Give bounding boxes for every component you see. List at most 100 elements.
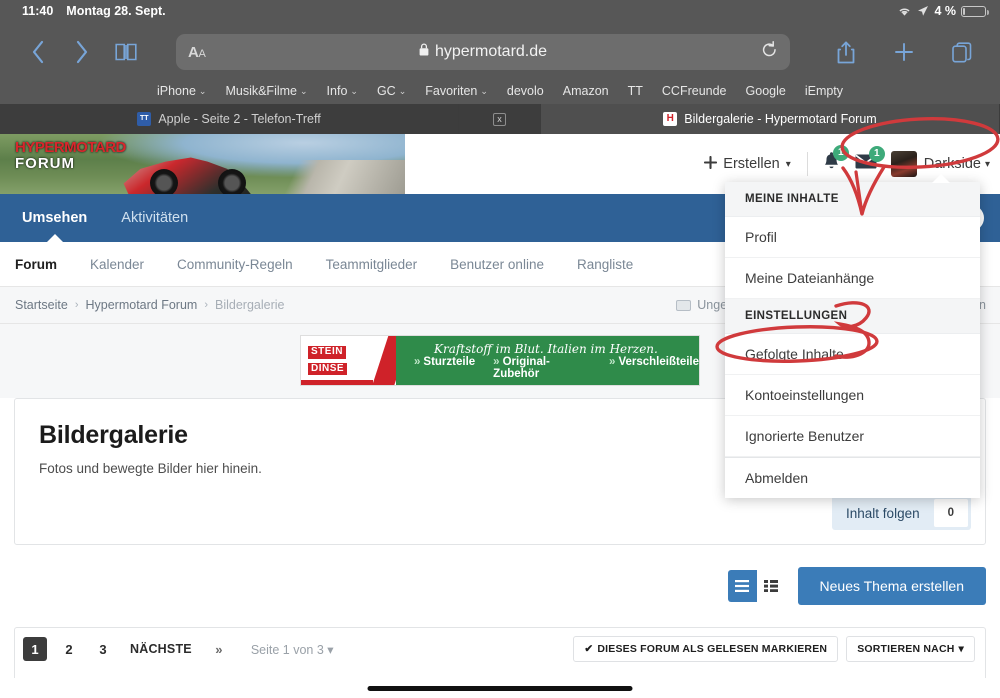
new-topic-button[interactable]: Neues Thema erstellen [797,567,986,605]
follow-count: 0 [933,499,968,527]
avatar[interactable] [890,151,917,177]
bookmark-iphone[interactable]: iPhone ⌄ [157,84,206,98]
ad-link-verschleissteile[interactable]: » Verschleißteile [609,356,699,380]
subnav-item-benutzer-online[interactable]: Benutzer online [450,257,544,272]
menu-item-profil[interactable]: Profil [725,217,980,258]
page-button-2[interactable]: 2 [57,637,81,661]
tab-bildergalerie-hypermotard[interactable]: Bildergalerie - Hypermotard Forum [541,104,1000,134]
menu-item-kontoeinstellungen[interactable]: Kontoeinstellungen [725,375,980,416]
logo-line-2: FORUM [15,155,75,172]
ad-link-label: Verschleißteile [618,356,699,368]
ad-link-marker: » [414,356,421,368]
share-button[interactable] [824,30,868,74]
chevron-down-icon: ▾ [984,158,990,170]
ad-brand-line-1: STEIN [308,346,346,359]
logo-line-1: HYPERMOTARD [15,139,126,156]
notifications-button[interactable]: 1 [822,144,849,177]
ad-link-original-zubehoer[interactable]: » Original-Zubehör [493,356,591,380]
battery-percent: 4 % [934,4,956,18]
show-tabs-button[interactable] [940,30,984,74]
menu-item-ignorierte-benutzer[interactable]: Ignorierte Benutzer [725,416,980,457]
bell-icon [822,151,841,176]
page-button-3[interactable]: 3 [91,637,115,661]
bookmark-ccfreunde[interactable]: CCFreunde [662,84,727,98]
ad-link-label: Original-Zubehör [493,356,550,380]
bookmark-favoriten[interactable]: Favoriten ⌄ [425,84,488,98]
page-button-1[interactable]: 1 [23,637,47,661]
subnav-item-community-regeln[interactable]: Community-Regeln [177,257,293,272]
status-time: 11:40 [22,4,54,18]
breadcrumb-item-bildergalerie: Bildergalerie [215,298,285,312]
chevron-down-icon: ⌄ [480,85,488,96]
status-date: Montag 28. Sept. [66,4,166,18]
hero-wheel-rear [218,169,246,194]
create-button[interactable]: Erstellen ▾ [704,155,806,173]
back-button[interactable] [16,30,60,74]
subnav-item-rangliste[interactable]: Rangliste [577,257,633,272]
username-label: Darkside [923,156,981,172]
bookmark-label: iPhone [156,84,196,98]
menu-item-abmelden[interactable]: Abmelden [725,458,980,498]
sort-by-button[interactable]: SORTIEREN NACH ▾ [846,636,975,662]
ad-link-sturzteile[interactable]: » Sturzteile [414,356,475,380]
chevron-down-icon: ⌄ [300,85,308,96]
last-page-icon[interactable]: » [207,637,231,661]
menu-item-gefolgte-inhalte[interactable]: Gefolgte Inhalte [725,334,980,375]
tab-close-button[interactable]: x [459,104,541,134]
check-icon: ✔ [584,643,594,655]
chevron-down-icon: ▾ [327,642,334,657]
create-label: Erstellen [723,156,780,172]
notifications-badge: 1 [832,144,849,161]
location-arrow-icon [917,5,929,17]
address-bar[interactable]: AA hypermotard.de [176,34,790,70]
chevron-down-icon: ⌄ [198,85,207,96]
menu-item-meine-dateianhaenge[interactable]: Meine Dateianhänge [725,258,980,299]
bookmark-label: Musik&Filme [225,84,297,98]
user-menu-button[interactable]: Darkside ▾ [924,156,990,172]
close-icon: x [493,112,506,126]
tab-apple-telefon-treff[interactable]: Apple - Seite 2 - Telefon-Treff [0,104,459,134]
bookmark-devolo[interactable]: devolo [507,84,544,98]
messages-button[interactable]: 1 [855,146,885,175]
next-page-button[interactable]: NÄCHSTE [125,637,197,661]
home-indicator [367,686,633,691]
tab-title: Apple - Seite 2 - Telefon-Treff [158,112,321,126]
unread-envelope-icon [676,299,692,311]
subnav-item-teammitglieder[interactable]: Teammitglieder [326,257,418,272]
subnav-item-forum[interactable]: Forum [15,257,57,272]
bookmark-musik-filme[interactable]: Musik&Filme ⌄ [225,84,307,98]
url-text: hypermotard.de [434,43,548,60]
tab-title: Bildergalerie - Hypermotard Forum [684,112,877,126]
pagination-bar: 1 2 3 NÄCHSTE » Seite 1 von 3 ▾ ✔ DIESES… [14,627,986,670]
bookmark-info[interactable]: Info ⌄ [327,84,358,98]
bookmarks-button[interactable] [104,30,148,74]
bookmark-tt[interactable]: TT [628,84,643,98]
user-dropdown-menu: MEINE INHALTE Profil Meine Dateianhänge … [725,174,980,498]
follow-button[interactable]: Inhalt folgen 0 [832,496,971,530]
breadcrumb-item-hypermotard-forum[interactable]: Hypermotard Forum [85,298,197,312]
bookmark-google[interactable]: Google [746,84,786,98]
ad-banner-stein-dinse[interactable]: STEIN DINSE Kraftstoff im Blut. Italien … [300,335,700,386]
new-tab-button[interactable] [882,30,926,74]
page-status[interactable]: Seite 1 von 3 ▾ [251,642,334,657]
list-view-icon[interactable] [727,570,757,602]
chevron-down-icon: ▾ [785,158,791,170]
nav-item-aktivitaeten[interactable]: Aktivitäten [121,194,188,242]
bookmark-iempty[interactable]: iEmpty [805,84,843,98]
web-page: HYPERMOTARD FORUM Erstellen ▾ 1 1 Darksi… [0,134,1000,698]
ad-brand-line-2: DINSE [308,362,348,376]
site-logo[interactable]: HYPERMOTARD FORUM [15,140,126,171]
forward-button[interactable] [60,30,104,74]
tab-bar: Apple - Seite 2 - Telefon-Treff x Bilder… [0,104,1000,134]
grid-view-icon[interactable] [756,570,786,602]
wifi-icon [897,6,912,17]
ad-slogan: Kraftstoff im Blut. Italien im Herzen. [434,342,658,356]
reload-icon[interactable] [761,40,778,64]
bookmark-gc[interactable]: GC ⌄ [377,84,406,98]
mark-forum-read-button[interactable]: ✔ DIESES FORUM ALS GELESEN MARKIEREN [573,636,839,662]
nav-item-umsehen[interactable]: Umsehen [22,194,87,242]
bookmark-amazon[interactable]: Amazon [563,84,609,98]
menu-section-einstellungen: EINSTELLUNGEN [725,299,980,334]
breadcrumb-item-startseite[interactable]: Startseite [15,298,68,312]
subnav-item-kalender[interactable]: Kalender [90,257,144,272]
